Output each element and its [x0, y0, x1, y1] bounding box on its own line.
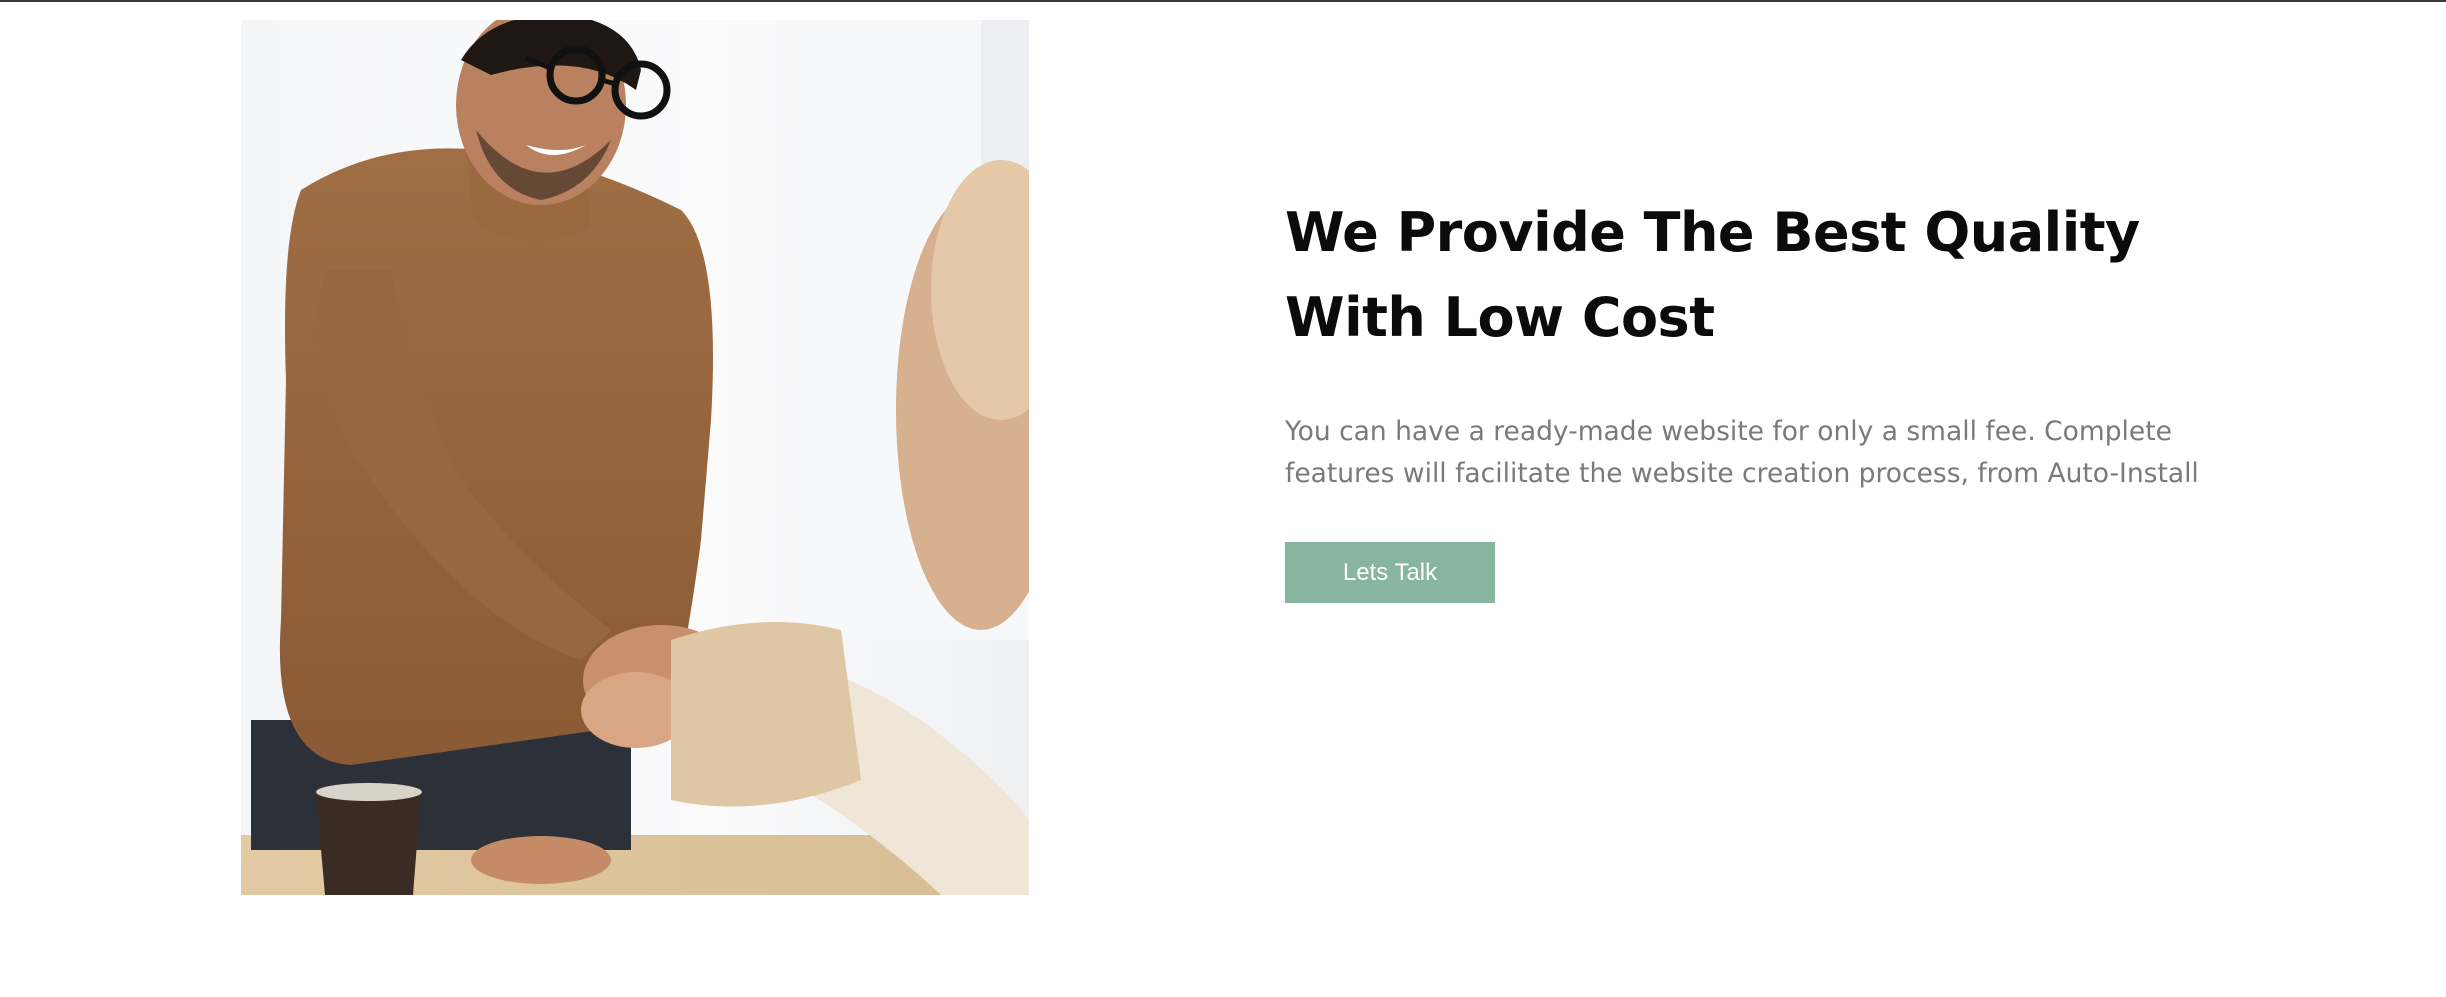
lets-talk-button[interactable]: Lets Talk	[1285, 542, 1495, 603]
hero-description: You can have a ready-made website for on…	[1285, 416, 2199, 489]
hero-content: We Provide The Best Quality With Low Cos…	[1285, 190, 2285, 495]
handshake-photo	[241, 20, 1029, 895]
page: We Provide The Best Quality With Low Cos…	[0, 0, 2446, 997]
top-divider	[0, 0, 2446, 2]
hero-headline: We Provide The Best Quality With Low Cos…	[1285, 201, 2140, 349]
